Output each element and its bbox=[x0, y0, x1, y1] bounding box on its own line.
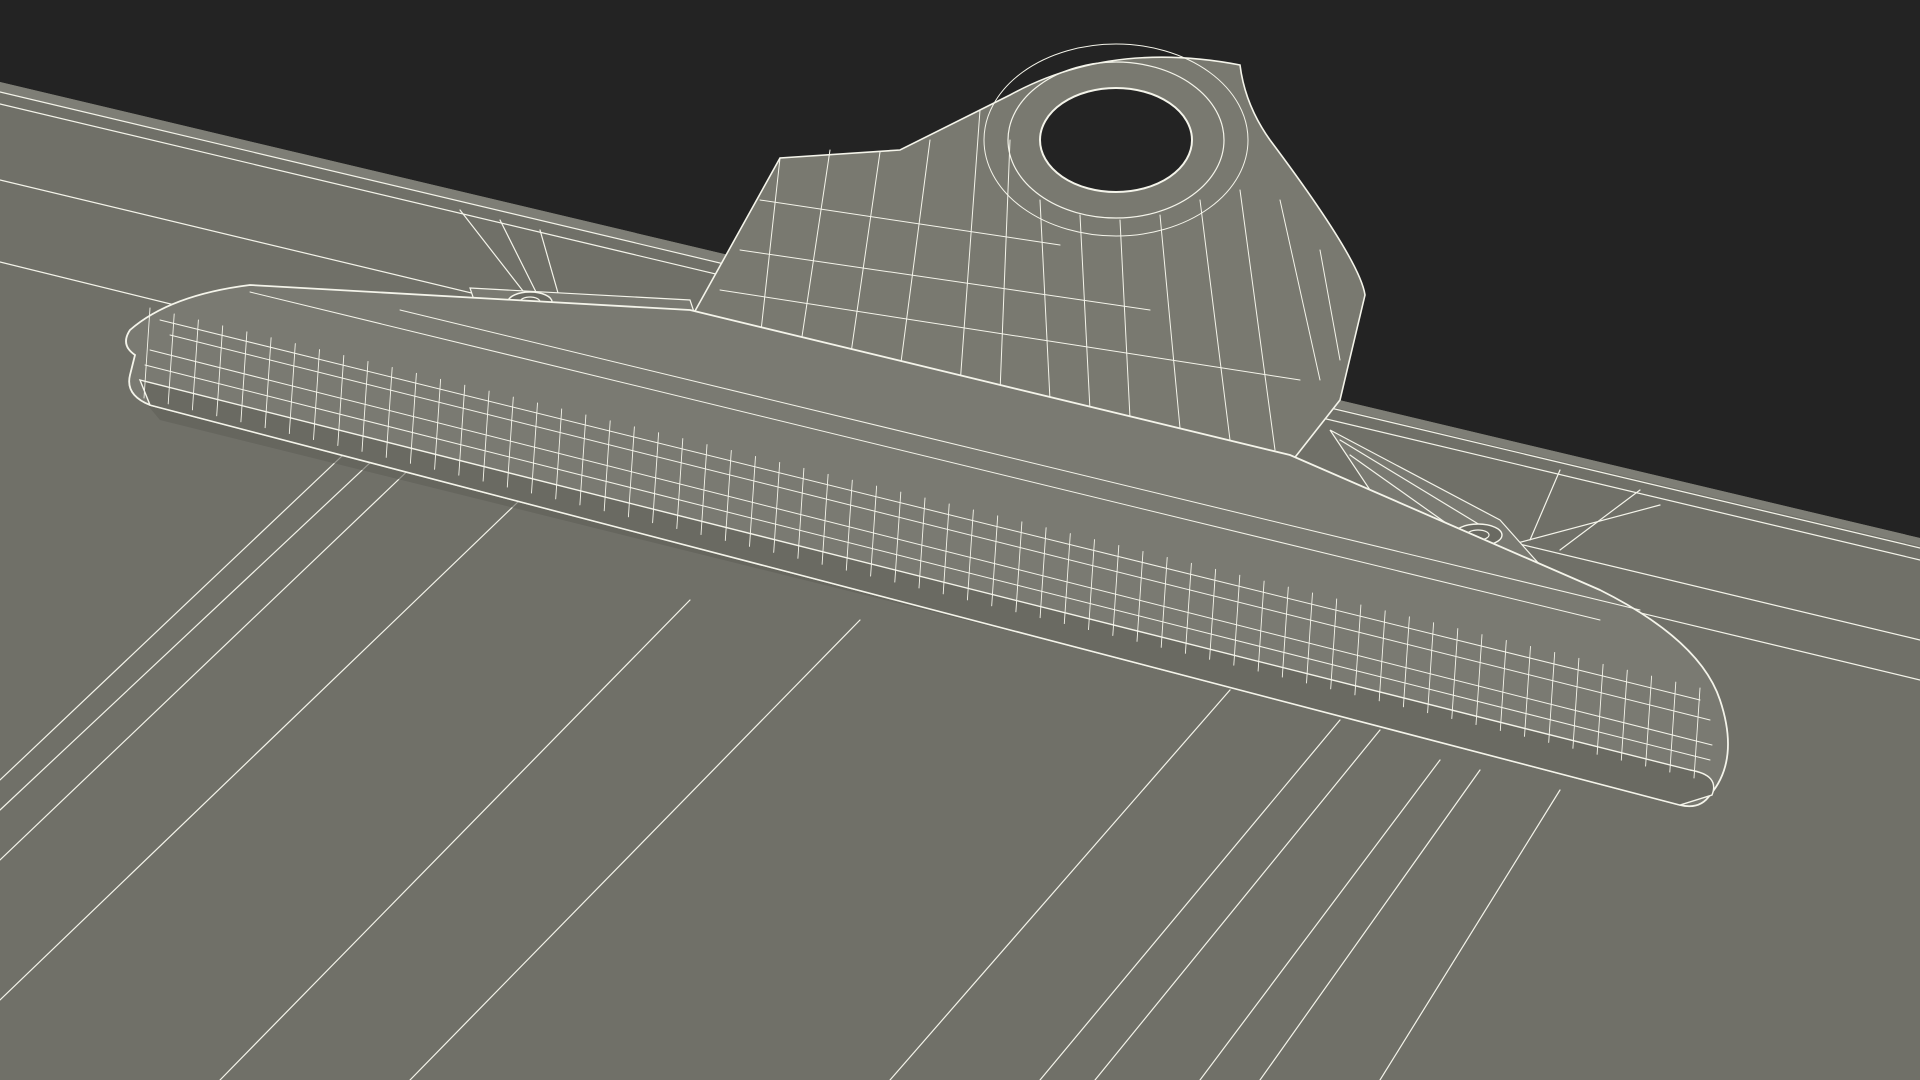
wireframe-render-viewport bbox=[0, 43, 1920, 1080]
hanging-hole bbox=[1039, 87, 1193, 193]
